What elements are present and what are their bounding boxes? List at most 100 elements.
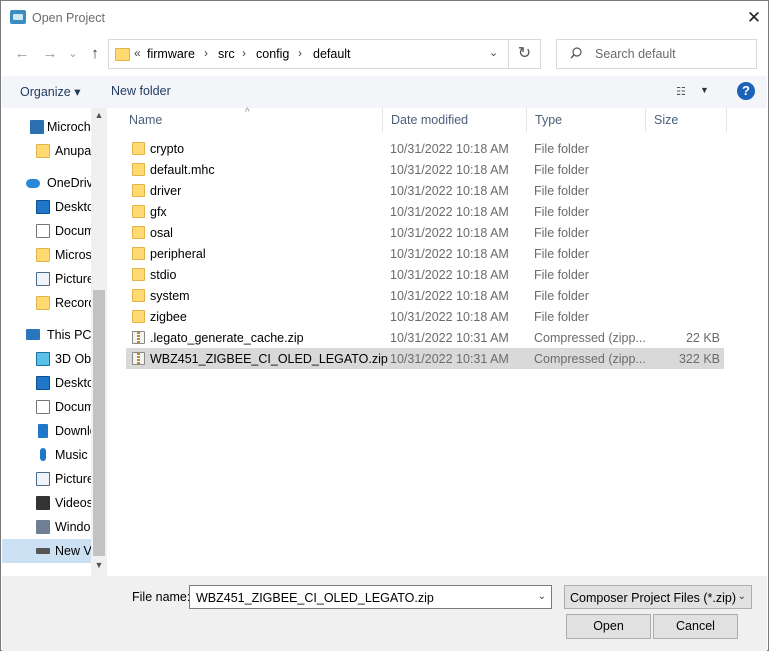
sidebar-item[interactable]: Videos [2,491,92,515]
column-label: Name [129,113,163,127]
file-row[interactable]: stdio 10/31/2022 10:18 AM File folder [126,264,724,285]
breadcrumb-separator[interactable]: › [298,46,302,60]
sidebar-item[interactable]: Microch [2,115,92,139]
refresh-button[interactable]: ↻ [509,39,541,69]
sidebar-item-label: OneDriv [47,176,92,190]
sidebar-item[interactable]: Windo [2,515,92,539]
close-icon[interactable]: ✕ [740,5,768,31]
sidebar-item-label: Deskto [55,200,92,214]
sidebar-item[interactable]: Deskto [2,371,92,395]
column-header-date[interactable]: Date modified [383,108,527,132]
sidebar-item-label: Picture [55,472,92,486]
sidebar-item-label: This PC [47,328,92,342]
sidebar-item[interactable]: Micros [2,243,92,267]
chevron-down-icon[interactable]: ⌄ [538,591,546,602]
sidebar-item[interactable]: Picture [2,467,92,491]
organize-button[interactable]: Organize ▾ [20,84,80,99]
open-project-dialog: Open Project ✕ ← → ⌄ ↑ « firmware › src … [0,0,769,651]
forward-arrow-icon[interactable]: → [40,44,60,64]
breadcrumb-src[interactable]: src [218,47,235,61]
file-row-selected[interactable]: WBZ451_ZIGBEE_CI_OLED_LEGATO.zip 10/31/20… [126,348,724,369]
folder-icon [132,310,145,323]
folder-icon [132,289,145,302]
sidebar-item-label: Docum [55,224,92,238]
app-icon [10,10,26,24]
breadcrumb-config[interactable]: config [256,47,289,61]
file-date: 10/31/2022 10:31 AM [390,352,509,366]
file-type: File folder [534,268,589,282]
sidebar-item[interactable]: Docum [2,219,92,243]
scrollbar-thumb[interactable] [93,290,105,556]
sidebar-item[interactable]: Docum [2,395,92,419]
breadcrumb-separator[interactable]: › [204,46,208,60]
column-header-size[interactable]: Size [646,108,727,132]
file-name: default.mhc [150,163,215,177]
documents-icon [36,224,50,238]
file-type: File folder [534,184,589,198]
sort-ascending-icon: ^ [245,107,250,118]
breadcrumb-firmware[interactable]: firmware [147,47,195,61]
scroll-up-icon[interactable]: ▲ [91,110,107,124]
file-date: 10/31/2022 10:18 AM [390,184,509,198]
folder-icon [36,144,50,158]
file-type-value: Composer Project Files (*.zip) [570,591,737,605]
sidebar-item[interactable]: This PC [2,323,92,347]
sidebar-item[interactable]: OneDriv [2,171,92,195]
file-row[interactable]: .legato_generate_cache.zip 10/31/2022 10:… [126,327,724,348]
view-options-icon[interactable]: ☷ [676,85,686,98]
sidebar-item[interactable]: Music [2,443,92,467]
file-name-field[interactable]: WBZ451_ZIGBEE_CI_OLED_LEGATO.zip ⌄ [189,585,552,609]
column-header-type[interactable]: Type [527,108,646,132]
sidebar-scrollbar[interactable]: ▲ ▼ [91,108,107,576]
open-button[interactable]: Open [566,614,651,639]
file-row[interactable]: peripheral 10/31/2022 10:18 AM File folder [126,243,724,264]
file-type: Compressed (zipp... [534,352,646,366]
file-date: 10/31/2022 10:18 AM [390,289,509,303]
back-arrow-icon[interactable]: ← [12,44,32,64]
file-row[interactable]: driver 10/31/2022 10:18 AM File folder [126,180,724,201]
sidebar-item-label: Deskto [55,376,92,390]
file-row[interactable]: system 10/31/2022 10:18 AM File folder [126,285,724,306]
file-date: 10/31/2022 10:18 AM [390,310,509,324]
search-icon [570,47,582,59]
file-row[interactable]: default.mhc 10/31/2022 10:18 AM File folde… [126,159,724,180]
file-row[interactable]: zigbee 10/31/2022 10:18 AM File folder [126,306,724,327]
file-row[interactable]: gfx 10/31/2022 10:18 AM File folder [126,201,724,222]
sidebar-item-label: 3D Obj [55,352,92,366]
sidebar-item-selected[interactable]: New Vo [2,539,92,563]
address-bar[interactable]: « firmware › src › config › default ⌄ [108,39,509,69]
help-icon[interactable]: ? [737,82,755,100]
sidebar-item[interactable]: Deskto [2,195,92,219]
breadcrumb-default[interactable]: default [313,47,351,61]
downloads-icon [38,424,48,438]
file-name-value[interactable]: WBZ451_ZIGBEE_CI_OLED_LEGATO.zip [196,591,434,605]
sidebar-item[interactable]: Downlo [2,419,92,443]
cancel-button[interactable]: Cancel [653,614,738,639]
column-header-name[interactable]: Name ^ [121,107,383,132]
search-box[interactable] [556,39,757,69]
file-type: File folder [534,142,589,156]
file-type: File folder [534,163,589,177]
sidebar-item-label: Music [55,448,88,462]
view-dropdown-icon[interactable]: ▼ [700,85,709,95]
breadcrumb-overflow[interactable]: « [134,46,141,60]
chevron-down-icon[interactable]: ⌄ [489,46,498,59]
scroll-down-icon[interactable]: ▼ [91,560,107,574]
file-name: .legato_generate_cache.zip [150,331,304,345]
recent-locations-icon[interactable]: ⌄ [63,44,83,64]
sidebar-item[interactable]: 3D Obj [2,347,92,371]
sidebar-item[interactable]: Anupa [2,139,92,163]
sidebar-item[interactable]: Record [2,291,92,315]
file-row[interactable]: osal 10/31/2022 10:18 AM File folder [126,222,724,243]
chevron-down-icon[interactable]: ⌄ [738,591,746,602]
search-input[interactable] [595,46,750,62]
pc-icon [26,329,40,340]
file-date: 10/31/2022 10:18 AM [390,226,509,240]
file-type-select[interactable]: Composer Project Files (*.zip) ⌄ [564,585,752,609]
sidebar-item[interactable]: Picture [2,267,92,291]
file-row[interactable]: crypto 10/31/2022 10:18 AM File folder [126,138,724,159]
folder-icon [36,296,50,310]
breadcrumb-separator[interactable]: › [242,46,246,60]
up-arrow-icon[interactable]: ↑ [85,44,105,64]
new-folder-button[interactable]: New folder [111,84,171,98]
